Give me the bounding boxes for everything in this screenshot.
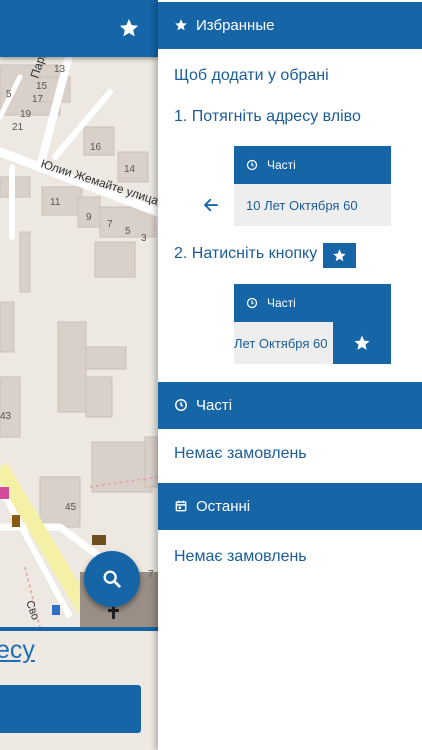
house-number: 3 bbox=[141, 233, 147, 244]
house-number: 16 bbox=[90, 142, 102, 153]
house-number: 5 bbox=[6, 89, 12, 100]
star-icon bbox=[174, 18, 190, 34]
clock-icon bbox=[246, 159, 259, 172]
favorites-title: Избранные bbox=[196, 17, 275, 34]
house-number: 7 bbox=[148, 569, 154, 580]
demo-card2-title: Часті bbox=[267, 296, 296, 310]
star-icon bbox=[354, 335, 370, 350]
add-favorite-button-sample bbox=[333, 322, 391, 364]
favorites-step-1: 1. Потягніть адресу вліво bbox=[174, 108, 361, 125]
house-number: 19 bbox=[20, 109, 32, 120]
frequent-title: Часті bbox=[196, 397, 233, 414]
clock-icon bbox=[174, 398, 190, 414]
demo-address-card-swipe: Часті 10 Лет Октября 60 bbox=[234, 146, 391, 226]
calendar-icon bbox=[174, 499, 190, 515]
search-icon bbox=[103, 570, 121, 588]
demo-address-card-swiped: Часті Лет Октября 60 bbox=[234, 284, 391, 364]
favorites-toggle-button[interactable] bbox=[116, 15, 142, 41]
clock-icon bbox=[246, 297, 259, 310]
frequent-empty: Немає замовлень bbox=[174, 445, 307, 462]
house-number: 9 bbox=[86, 212, 92, 223]
house-number: 11 bbox=[50, 197, 61, 208]
recent-title: Останні bbox=[196, 498, 251, 515]
star-button-sample bbox=[323, 243, 356, 268]
house-number: 7 bbox=[107, 219, 113, 230]
map-toolbar bbox=[0, 0, 158, 57]
house-number: 45 bbox=[65, 502, 77, 513]
frequent-header[interactable]: Часті bbox=[158, 382, 422, 429]
demo-card-address: 10 Лет Октября 60 bbox=[246, 197, 358, 213]
house-number: 5 bbox=[125, 226, 131, 237]
arrow-left-icon bbox=[202, 196, 222, 216]
favorites-drawer: Избранные Щоб додати у обрані 1. Потягні… bbox=[158, 0, 422, 750]
house-number: 21 bbox=[12, 122, 24, 133]
star-icon bbox=[119, 18, 139, 37]
search-button[interactable] bbox=[84, 551, 140, 607]
confirm-address-button[interactable] bbox=[0, 685, 141, 733]
house-number: 17 bbox=[32, 94, 44, 105]
demo-card-title: Часті bbox=[267, 158, 296, 172]
house-number: 15 bbox=[36, 81, 48, 92]
address-panel-divider bbox=[0, 627, 158, 631]
star-icon bbox=[333, 249, 346, 262]
map-view[interactable]: 13 5 15 17 19 21 16 14 11 9 7 5 3 43 45 … bbox=[0, 57, 158, 627]
demo-card2-address: Лет Октября 60 bbox=[234, 335, 328, 351]
house-number: 13 bbox=[54, 64, 66, 75]
favorites-hint: Щоб додати у обрані bbox=[174, 67, 329, 84]
recent-empty: Немає замовлень bbox=[174, 548, 307, 565]
house-number: 14 bbox=[124, 164, 136, 175]
favorites-header: Избранные bbox=[158, 2, 422, 49]
address-link[interactable]: есу bbox=[0, 636, 35, 665]
house-number: 43 bbox=[0, 411, 12, 422]
recent-header[interactable]: Останні bbox=[158, 483, 422, 530]
map-panel[interactable]: 13 5 15 17 19 21 16 14 11 9 7 5 3 43 45 … bbox=[0, 0, 158, 750]
favorites-step-2: 2. Натисніть кнопку bbox=[174, 245, 318, 262]
